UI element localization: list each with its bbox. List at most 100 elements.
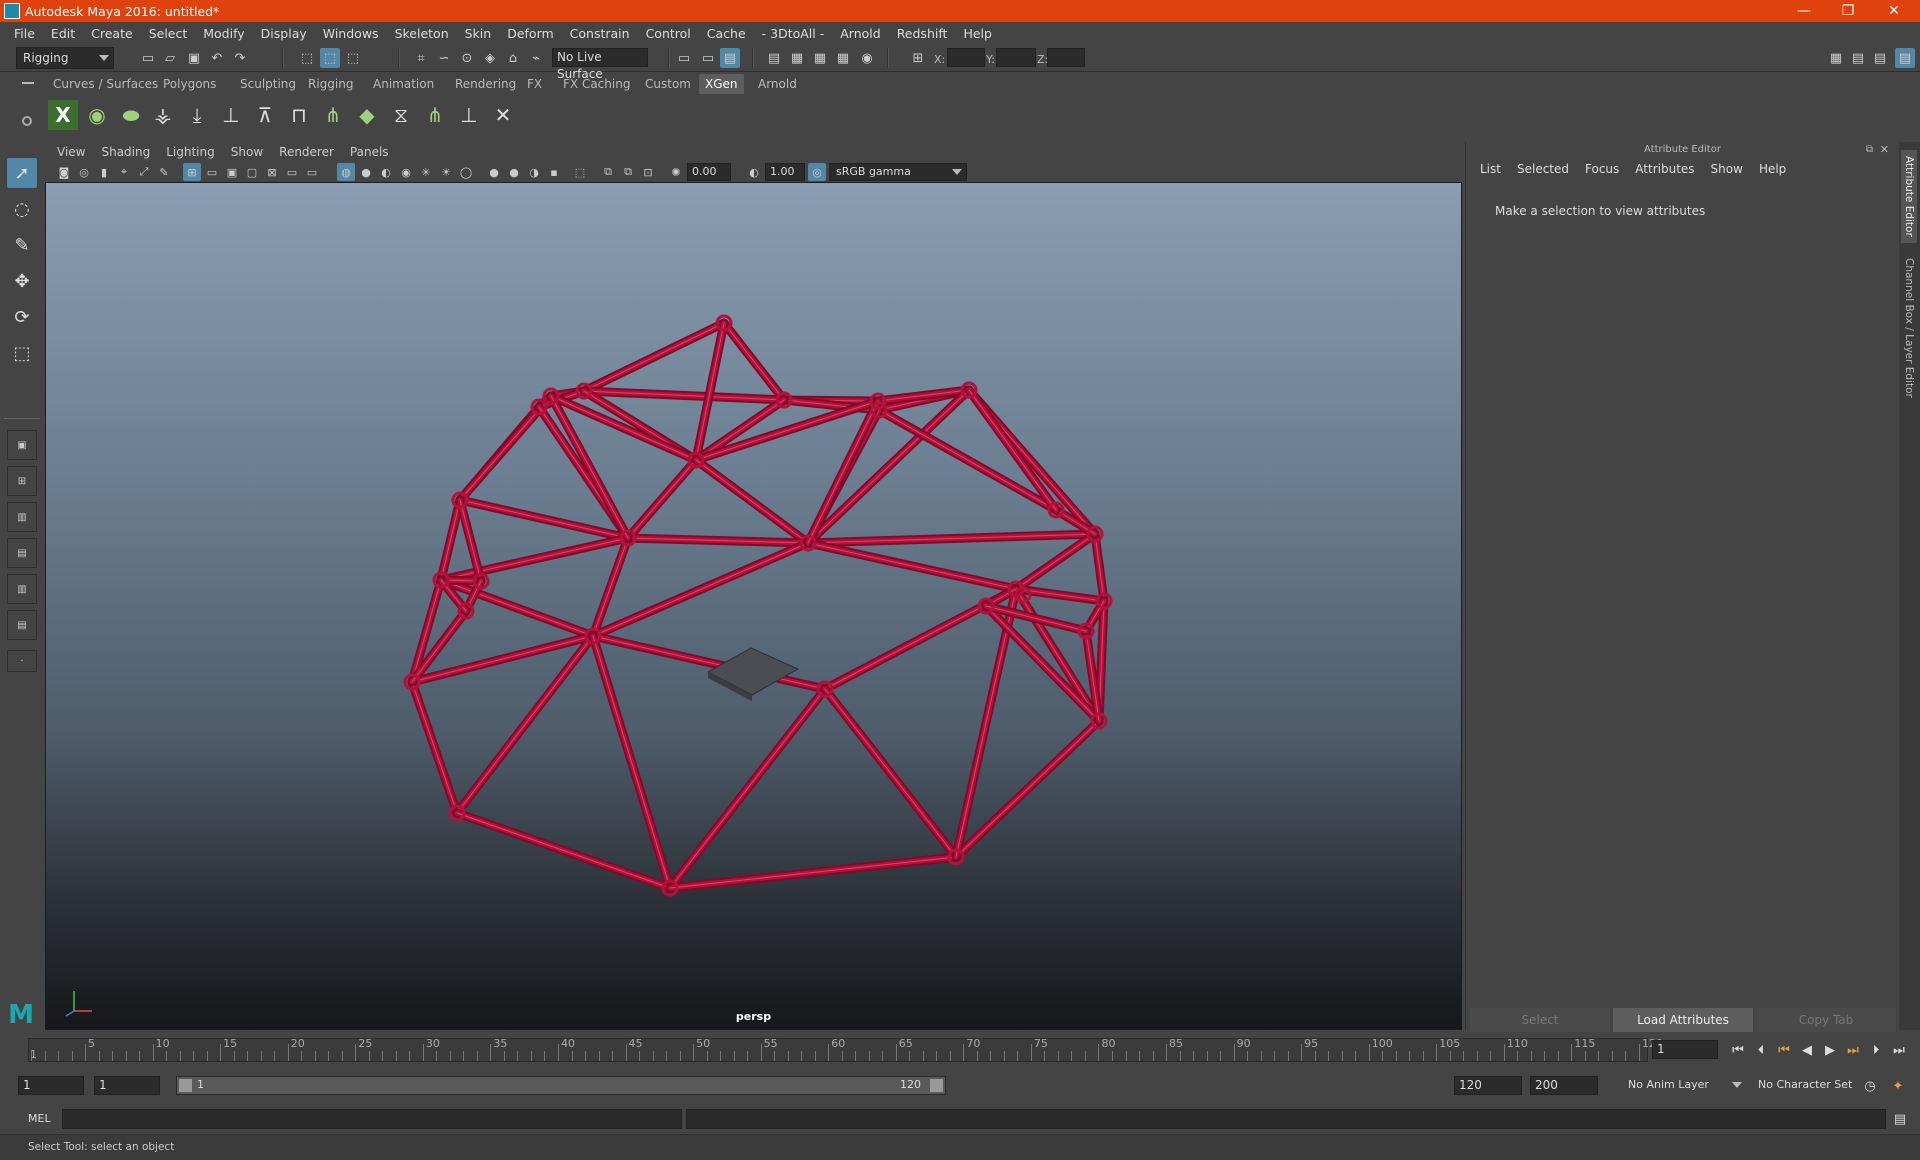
select-by-hierarchy-icon[interactable]: ⬚ [297, 48, 317, 68]
show-tool-settings-icon[interactable]: ▤ [1870, 48, 1890, 68]
wireframe-on-shaded-icon[interactable]: ◉ [397, 163, 415, 181]
perspective-viewport[interactable]: persp [45, 182, 1462, 1030]
make-live-icon[interactable]: ⌂ [503, 48, 523, 68]
lasso-tool-icon[interactable]: ◌ [7, 194, 37, 224]
open-scene-icon[interactable]: ▱ [160, 48, 180, 68]
range-slider[interactable]: 1 120 [176, 1076, 946, 1095]
menu-edit[interactable]: Edit [43, 26, 83, 41]
camera-select-icon[interactable]: ◙ [55, 163, 73, 181]
image-plane-icon[interactable]: ⌖ [115, 163, 133, 181]
resolution-gate-icon[interactable]: ▣ [223, 163, 241, 181]
ae-select-button[interactable]: Select [1470, 1008, 1610, 1032]
film-gate-icon[interactable]: ▭ [203, 163, 221, 181]
persp-graph-layout-icon[interactable]: ▤ [7, 538, 37, 568]
viewport-menu-view[interactable]: View [49, 145, 93, 159]
grease-pencil-icon[interactable]: ✎ [155, 163, 173, 181]
y-field[interactable] [996, 48, 1036, 67]
command-language-label[interactable]: MEL [28, 1112, 51, 1125]
playback-start-field[interactable]: 1 [94, 1076, 160, 1095]
shadows-icon[interactable]: ◯ [457, 163, 475, 181]
xgen-place-guides-icon[interactable]: ⤓ [182, 100, 212, 130]
scale-tool-icon[interactable]: ⬚ [7, 338, 37, 368]
character-set-dropdown[interactable]: No Character Set [1752, 1076, 1862, 1095]
menu-display[interactable]: Display [253, 26, 315, 41]
exposure-field[interactable]: 0.00 [687, 163, 731, 181]
menu-redshift[interactable]: Redshift [889, 26, 956, 41]
step-back-frame-icon[interactable]: ⏴ [1751, 1040, 1771, 1060]
tab-animation[interactable]: Animation [367, 74, 440, 94]
menu-deform[interactable]: Deform [499, 26, 561, 41]
viewport-menu-renderer[interactable]: Renderer [271, 145, 342, 159]
input-lines-icon[interactable]: ▭ [674, 48, 694, 68]
ae-menu-focus[interactable]: Focus [1577, 162, 1627, 176]
hypershade-icon[interactable]: ◉ [857, 48, 877, 68]
tab-xgen[interactable]: XGen [699, 74, 744, 94]
save-scene-icon[interactable]: ▣ [184, 48, 204, 68]
go-to-start-icon[interactable]: ⏮ [1728, 1040, 1748, 1060]
color-management-icon[interactable]: ◎ [808, 163, 826, 181]
menu-arnold[interactable]: Arnold [832, 26, 888, 41]
menu-select[interactable]: Select [141, 26, 196, 41]
step-back-key-icon[interactable]: ⏮ [1774, 1040, 1794, 1060]
ae-menu-help[interactable]: Help [1751, 162, 1794, 176]
single-perspective-layout-icon[interactable]: ▣ [7, 430, 37, 460]
ae-copy-tab-button[interactable]: Copy Tab [1756, 1008, 1896, 1032]
animation-start-field[interactable]: 1 [18, 1076, 84, 1095]
camera-attributes-icon[interactable]: ◎ [75, 163, 93, 181]
more-layouts-icon[interactable]: · [7, 650, 37, 672]
ae-menu-show[interactable]: Show [1703, 162, 1751, 176]
ae-load-attributes-button[interactable]: Load Attributes [1613, 1008, 1753, 1032]
tab-custom[interactable]: Custom [639, 74, 697, 94]
field-chart-icon[interactable]: ⊠ [263, 163, 281, 181]
play-forwards-icon[interactable]: ▶ [1820, 1040, 1840, 1060]
close-panel-icon[interactable]: ✕ [1880, 143, 1889, 156]
anim-layer-dropdown[interactable]: No Anim Layer [1622, 1076, 1746, 1095]
viewport-menu-lighting[interactable]: Lighting [158, 145, 223, 159]
ae-menu-selected[interactable]: Selected [1509, 162, 1577, 176]
rotate-tool-icon[interactable]: ⟳ [7, 302, 37, 332]
x-field[interactable] [947, 48, 985, 67]
persp-outliner-layout-icon[interactable]: ▥ [7, 502, 37, 532]
xray-icon[interactable]: ⧉ [599, 163, 617, 181]
select-by-object-icon[interactable]: ⬚ [320, 48, 340, 68]
grid-icon[interactable]: ⊞ [183, 163, 201, 181]
menu-windows[interactable]: Windows [315, 26, 387, 41]
step-forward-frame-icon[interactable]: ⏵ [1866, 1040, 1886, 1060]
tab-rendering[interactable]: Rendering [449, 74, 522, 94]
step-forward-key-icon[interactable]: ⏭ [1843, 1040, 1863, 1060]
menu-create[interactable]: Create [83, 26, 141, 41]
command-input[interactable] [62, 1109, 682, 1129]
time-ruler[interactable]: 1 5 10 15 20 25 30 35 40 45 50 55 60 65 70 75 80 85 90 95 1… [28, 1037, 1663, 1062]
textured-icon[interactable]: ✳ [417, 163, 435, 181]
playback-end-field[interactable]: 120 [1454, 1076, 1522, 1095]
script-editor-icon[interactable]: ▤ [1890, 1109, 1910, 1129]
four-view-layout-icon[interactable]: ⊞ [7, 466, 37, 496]
snap-surface-icon[interactable]: ⌁ [526, 48, 546, 68]
animation-end-field[interactable]: 200 [1530, 1076, 1598, 1095]
current-frame-field[interactable]: 1 [1652, 1040, 1718, 1059]
minimize-button[interactable]: — [1782, 0, 1826, 22]
isolate-select-icon[interactable]: ⬚ [571, 163, 589, 181]
tab-polygons[interactable]: Polygons [157, 74, 222, 94]
close-button[interactable]: ✕ [1872, 0, 1916, 22]
play-backwards-icon[interactable]: ◀ [1797, 1040, 1817, 1060]
xgen-grow-icon[interactable]: ⋔ [318, 100, 348, 130]
construction-history-icon[interactable]: ▤ [720, 48, 740, 68]
tab-fx-caching[interactable]: FX Caching [557, 74, 636, 94]
xgen-layers-icon[interactable]: ◆ [352, 100, 382, 130]
render-current-frame-icon[interactable]: ▦ [787, 48, 807, 68]
exposure-icon[interactable]: ✺ [667, 163, 685, 181]
depth-of-field-icon[interactable]: ▪ [545, 163, 563, 181]
snap-point-icon[interactable]: ⊙ [457, 48, 477, 68]
float-panel-icon[interactable]: ⧉ [1866, 144, 1873, 155]
xgen-add-guides-icon[interactable]: ⚶ [148, 100, 178, 130]
menu-3dtoall[interactable]: - 3DtoAll - [754, 26, 833, 41]
animation-preferences-icon[interactable]: ✦ [1888, 1076, 1908, 1096]
xgen-preview-icon[interactable]: ◉ [82, 100, 112, 130]
show-modeling-toolkit-icon[interactable]: ▦ [1826, 48, 1846, 68]
xgen-lock-guides-icon[interactable]: ⊓ [284, 100, 314, 130]
hypershade-layout-icon[interactable]: ▥ [7, 574, 37, 604]
safe-action-icon[interactable]: ▭ [283, 163, 301, 181]
xray-joints-icon[interactable]: ⧉ [619, 163, 637, 181]
ambient-occlusion-icon[interactable]: ● [485, 163, 503, 181]
